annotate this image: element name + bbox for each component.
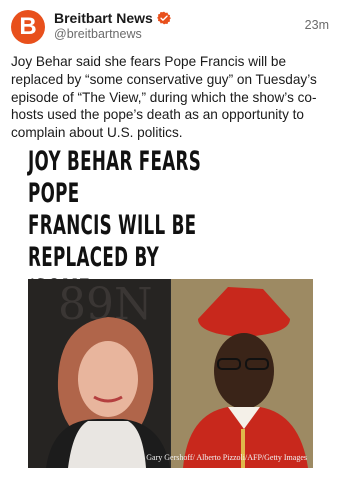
post-time: 23m [304,18,329,32]
post-text: Joy Behar said she fears Pope Francis wi… [11,54,317,141]
author-row: Breitbart News [54,10,171,26]
avatar[interactable]: B [11,10,45,44]
card-photo[interactable]: 89N Gary Gershoff/ Alberto Pizzoli/AFP/G… [28,279,313,468]
photo-credit: Gary Gershoff/ Alberto Pizzoli/AFP/Getty… [146,453,307,462]
author-handle[interactable]: @breitbartnews [54,27,142,41]
verified-badge-icon [156,11,171,25]
author-name[interactable]: Breitbart News [54,10,153,26]
photo-image: 89N [28,279,313,468]
avatar-letter: B [19,13,37,40]
